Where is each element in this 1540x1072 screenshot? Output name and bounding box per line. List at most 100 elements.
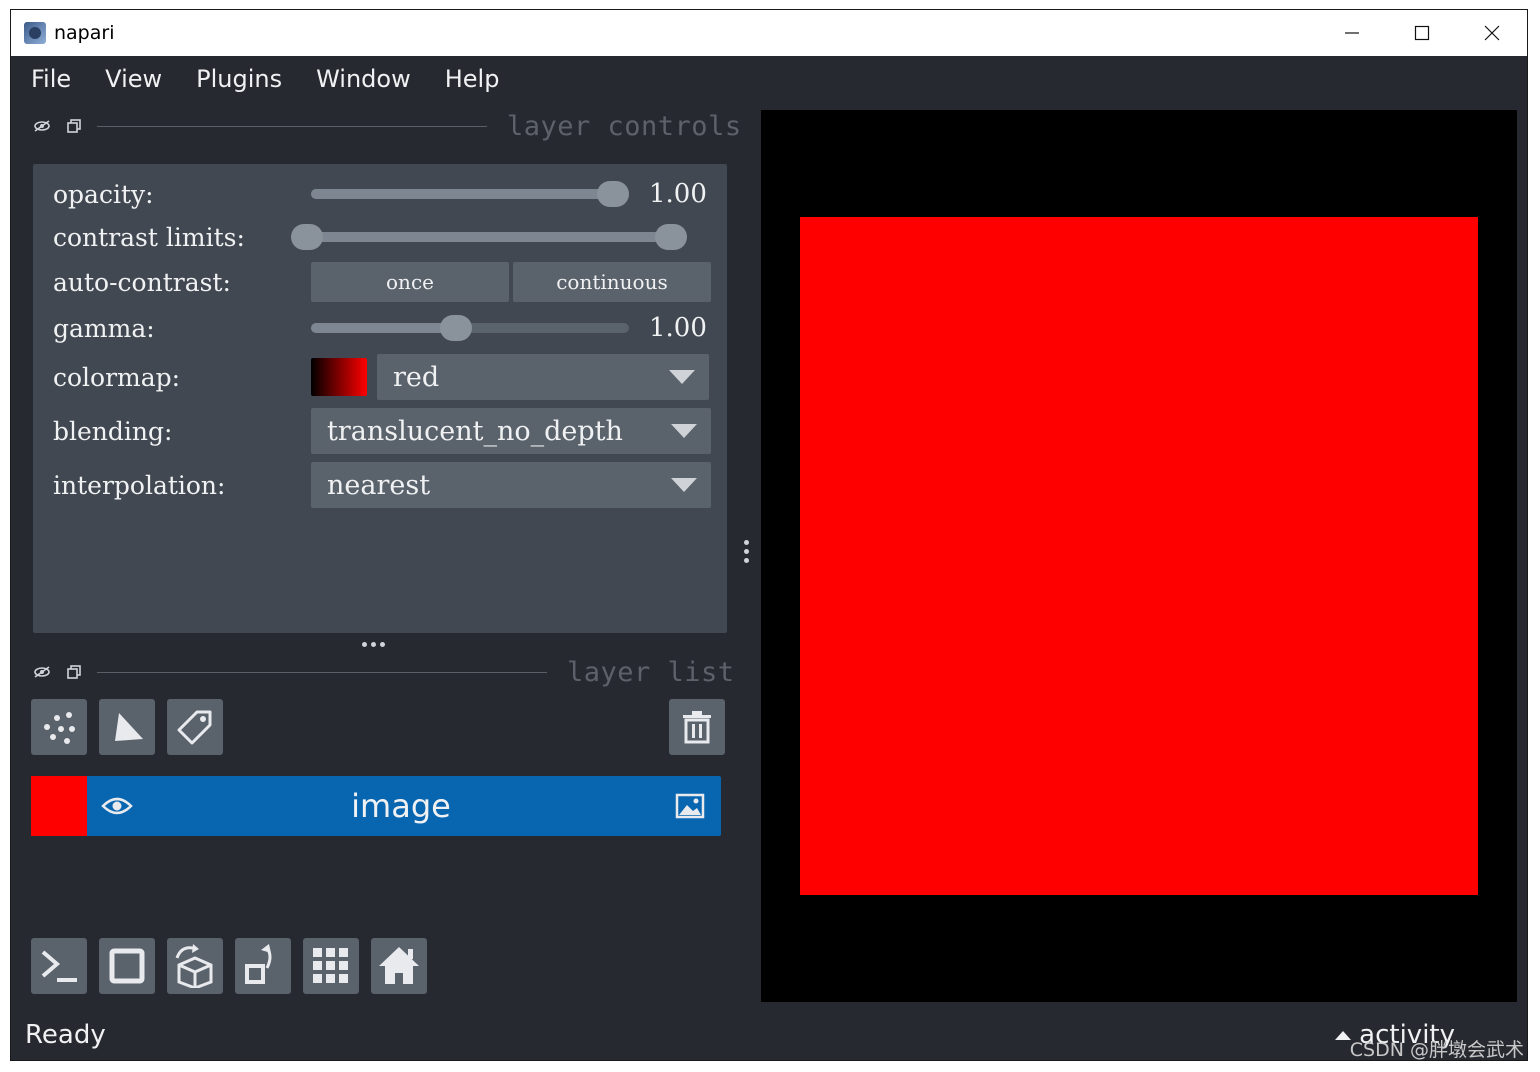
new-labels-layer-button[interactable] bbox=[167, 699, 223, 755]
menu-window[interactable]: Window bbox=[299, 65, 428, 93]
window-controls bbox=[1317, 10, 1527, 56]
window-title: napari bbox=[54, 22, 115, 44]
new-shapes-layer-button[interactable] bbox=[99, 699, 155, 755]
blending-dropdown[interactable]: translucent_no_depth bbox=[311, 408, 711, 454]
opacity-value: 1.00 bbox=[649, 179, 707, 209]
gamma-slider[interactable] bbox=[311, 315, 629, 341]
slider-fill bbox=[311, 189, 613, 199]
close-icon bbox=[1484, 25, 1500, 41]
status-text: Ready bbox=[25, 1020, 106, 1050]
float-window-icon bbox=[67, 665, 81, 679]
layer-controls-title: layer controls bbox=[507, 110, 742, 142]
image-layer-icon bbox=[675, 793, 705, 819]
trash-icon bbox=[683, 711, 711, 744]
minimize-icon bbox=[1345, 32, 1359, 34]
menu-plugins[interactable]: Plugins bbox=[179, 65, 299, 93]
napari-window: napari File View Plugins Window Help lay… bbox=[10, 9, 1528, 1061]
chevron-down-icon bbox=[671, 424, 697, 438]
float-dock-button[interactable] bbox=[65, 117, 83, 135]
contrast-low-handle[interactable] bbox=[291, 224, 323, 250]
layer-list-title: layer list bbox=[567, 656, 735, 688]
opacity-label: opacity: bbox=[53, 179, 154, 209]
float-dock-button[interactable] bbox=[65, 663, 83, 681]
watermark: CSDN @胖墩会武术 bbox=[1349, 1039, 1524, 1061]
blending-label: blending: bbox=[53, 416, 173, 446]
maximize-icon bbox=[1414, 25, 1430, 41]
shapes-icon bbox=[115, 713, 143, 741]
grid-view-button[interactable] bbox=[303, 938, 359, 994]
console-icon bbox=[41, 950, 77, 982]
contrast-high-handle[interactable] bbox=[655, 224, 687, 250]
points-icon bbox=[44, 712, 75, 744]
colormap-value: red bbox=[393, 361, 440, 393]
colormap-row: colormap: red bbox=[53, 354, 713, 400]
menu-help[interactable]: Help bbox=[428, 65, 517, 93]
minimize-button[interactable] bbox=[1317, 10, 1387, 56]
hide-dock-button[interactable] bbox=[33, 663, 51, 681]
chevron-down-icon bbox=[671, 478, 697, 492]
home-reset-view-button[interactable] bbox=[371, 938, 427, 994]
menu-file[interactable]: File bbox=[11, 65, 88, 93]
grid-icon bbox=[313, 948, 348, 983]
auto-contrast-continuous-button[interactable]: continuous bbox=[513, 262, 711, 302]
home-icon bbox=[379, 947, 419, 984]
close-button[interactable] bbox=[1457, 10, 1527, 56]
hide-dock-button[interactable] bbox=[33, 117, 51, 135]
gamma-value: 1.00 bbox=[649, 313, 707, 343]
layer-controls-dock-title: layer controls bbox=[33, 110, 742, 142]
maximize-button[interactable] bbox=[1387, 10, 1457, 56]
chevron-down-icon bbox=[669, 370, 695, 384]
interpolation-label: interpolation: bbox=[53, 470, 226, 500]
horizontal-splitter-handle[interactable] bbox=[744, 540, 749, 563]
float-window-icon bbox=[67, 119, 81, 133]
opacity-slider[interactable] bbox=[311, 181, 629, 207]
menu-bar: File View Plugins Window Help bbox=[11, 56, 1527, 102]
slider-handle[interactable] bbox=[439, 315, 472, 341]
slider-fill bbox=[307, 232, 671, 242]
square-2d-icon bbox=[109, 948, 145, 984]
colormap-label: colormap: bbox=[53, 362, 181, 392]
menu-view[interactable]: View bbox=[88, 65, 179, 93]
title-bar: napari bbox=[11, 10, 1527, 56]
slider-handle[interactable] bbox=[597, 181, 629, 207]
ndisplay-toggle-button[interactable] bbox=[99, 938, 155, 994]
rendered-image-layer bbox=[800, 217, 1478, 895]
colormap-preview bbox=[311, 358, 367, 396]
layer-list-item[interactable]: image bbox=[31, 776, 721, 836]
dock-divider bbox=[97, 671, 547, 673]
contrast-limits-label: contrast limits: bbox=[53, 222, 245, 252]
roll-dimensions-button[interactable] bbox=[167, 938, 223, 994]
eye-slash-icon bbox=[34, 120, 50, 132]
opacity-row: opacity: 1.00 bbox=[53, 172, 713, 216]
layer-thumbnail bbox=[31, 776, 87, 836]
slider-fill bbox=[311, 323, 456, 333]
layer-name[interactable]: image bbox=[141, 776, 661, 836]
interpolation-row: interpolation: nearest bbox=[53, 462, 713, 508]
gamma-row: gamma: 1.00 bbox=[53, 306, 713, 350]
blending-value: translucent_no_depth bbox=[327, 415, 623, 447]
contrast-limits-row: contrast limits: bbox=[53, 215, 713, 259]
contrast-limits-slider[interactable] bbox=[291, 224, 687, 250]
transpose-dimensions-button[interactable] bbox=[235, 938, 291, 994]
console-button[interactable] bbox=[31, 938, 87, 994]
eye-icon[interactable] bbox=[101, 794, 133, 818]
viewer-canvas[interactable] bbox=[761, 110, 1517, 1002]
interpolation-value: nearest bbox=[327, 469, 431, 501]
layer-list-dock-title: layer list bbox=[33, 656, 735, 688]
vertical-splitter-handle[interactable] bbox=[362, 642, 385, 647]
interpolation-dropdown[interactable]: nearest bbox=[311, 462, 711, 508]
layer-controls-panel: opacity: 1.00 contrast limits: auto-cont… bbox=[33, 164, 727, 633]
blending-row: blending: translucent_no_depth bbox=[53, 408, 713, 454]
auto-contrast-label: auto-contrast: bbox=[53, 267, 231, 297]
dock-divider bbox=[97, 125, 487, 127]
delete-layer-button[interactable] bbox=[669, 699, 725, 755]
new-points-layer-button[interactable] bbox=[31, 699, 87, 755]
napari-logo-icon bbox=[24, 22, 46, 44]
transpose-icon bbox=[245, 944, 272, 984]
eye-slash-icon bbox=[34, 666, 50, 678]
auto-contrast-once-button[interactable]: once bbox=[311, 262, 509, 302]
roll-cube-icon bbox=[175, 944, 213, 988]
caret-up-icon bbox=[1335, 1030, 1352, 1040]
labels-tag-icon bbox=[177, 710, 212, 745]
colormap-dropdown[interactable]: red bbox=[377, 354, 709, 400]
